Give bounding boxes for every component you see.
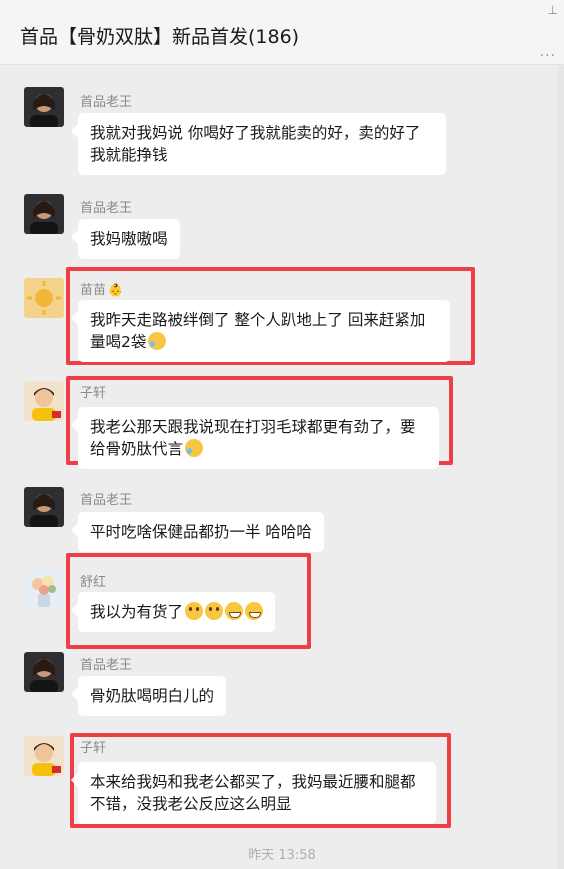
avatar[interactable] xyxy=(24,381,64,421)
woman-avatar-icon xyxy=(30,494,58,527)
sender-name: 舒红 xyxy=(80,575,107,590)
sender-name: 首品老王 xyxy=(80,493,133,508)
message-bubble[interactable]: 骨奶肽喝明白儿的 xyxy=(78,676,227,716)
woman-avatar-icon xyxy=(30,94,58,127)
sun-avatar-icon xyxy=(27,281,61,315)
sender-name: 苗苗 👶 xyxy=(80,279,123,298)
sender-name: 子轩 xyxy=(80,386,107,401)
avatar[interactable] xyxy=(24,87,64,127)
sender-name: 首品老王 xyxy=(80,201,133,216)
avatar[interactable] xyxy=(24,570,64,610)
woman-avatar-icon xyxy=(30,201,58,234)
sender-name: 首品老王 xyxy=(80,658,133,673)
chat-message: 首品老王 骨奶肽喝明白儿的 xyxy=(0,652,564,717)
message-bubble[interactable]: 平时吃啥保健品都扔一半 哈哈哈 xyxy=(78,512,324,552)
child-avatar-icon xyxy=(32,388,61,421)
baby-icon: 👶 xyxy=(108,283,123,297)
message-bubble[interactable]: 我就对我妈说 你喝好了我就能卖的好，卖的好了我就能挣钱 xyxy=(78,113,446,175)
puzzled-emoji-icon xyxy=(205,602,224,620)
grin-emoji-icon xyxy=(225,602,244,620)
sender-name-text: 苗苗 xyxy=(80,283,107,298)
avatar[interactable] xyxy=(24,194,64,234)
message-text: 我老公那天跟我说现在打羽毛球都更有劲了，要给骨奶肽代言 xyxy=(90,418,416,458)
chat-message: 首品老王 平时吃啥保健品都扔一半 哈哈哈 xyxy=(0,487,564,552)
chat-message: 子轩 我老公那天跟我说现在打羽毛球都更有劲了，要给骨奶肽代言 xyxy=(0,381,564,469)
chat-message: 首品老王 我妈嗷嗷喝 xyxy=(0,194,564,259)
message-bubble[interactable]: 本来给我妈和我老公都买了，我妈最近腰和腿都不错，没我老公反应这么明显 xyxy=(78,762,436,824)
avatar[interactable] xyxy=(24,487,64,527)
chat-header: 首品【骨奶双肽】新品首发(186) ⊥ ··· xyxy=(0,0,564,65)
more-icon[interactable]: ··· xyxy=(540,48,556,64)
avatar[interactable] xyxy=(24,736,64,776)
woman-avatar-icon xyxy=(30,659,58,692)
message-text: 我昨天走路被绊倒了 整个人趴地上了 回来赶紧加量喝2袋 xyxy=(90,311,426,351)
chat-message: 舒红 我以为有货了 xyxy=(0,570,564,640)
message-bubble[interactable]: 我妈嗷嗷喝 xyxy=(78,219,180,259)
avatar[interactable] xyxy=(24,278,64,318)
child-avatar-icon xyxy=(32,743,61,776)
chat-message: 苗苗 👶 我昨天走路被绊倒了 整个人趴地上了 回来赶紧加量喝2袋 xyxy=(0,278,564,362)
message-bubble[interactable]: 我昨天走路被绊倒了 整个人趴地上了 回来赶紧加量喝2袋 xyxy=(78,300,450,362)
puzzled-emoji-icon xyxy=(185,602,204,620)
chat-message: 子轩 本来给我妈和我老公都买了，我妈最近腰和腿都不错，没我老公反应这么明显 xyxy=(0,736,564,824)
chat-message: 首品老王 我就对我妈说 你喝好了我就能卖的好，卖的好了我就能挣钱 xyxy=(0,87,564,177)
message-bubble[interactable]: 我老公那天跟我说现在打羽毛球都更有劲了，要给骨奶肽代言 xyxy=(78,407,439,469)
laugh-cry-emoji-icon xyxy=(148,332,167,350)
flower-avatar-icon xyxy=(32,576,56,607)
avatar[interactable] xyxy=(24,652,64,692)
timestamp: 昨天 13:58 xyxy=(248,848,316,863)
chat-title[interactable]: 首品【骨奶双肽】新品首发(186) xyxy=(20,25,299,49)
sender-name: 子轩 xyxy=(80,741,107,756)
message-bubble[interactable]: 我以为有货了 xyxy=(78,592,276,632)
message-text: 我以为有货了 xyxy=(90,603,184,621)
grin-emoji-icon xyxy=(245,602,264,620)
sender-name: 首品老王 xyxy=(80,95,133,110)
laugh-cry-emoji-icon xyxy=(185,439,204,457)
pin-icon[interactable]: ⊥ xyxy=(548,3,558,17)
